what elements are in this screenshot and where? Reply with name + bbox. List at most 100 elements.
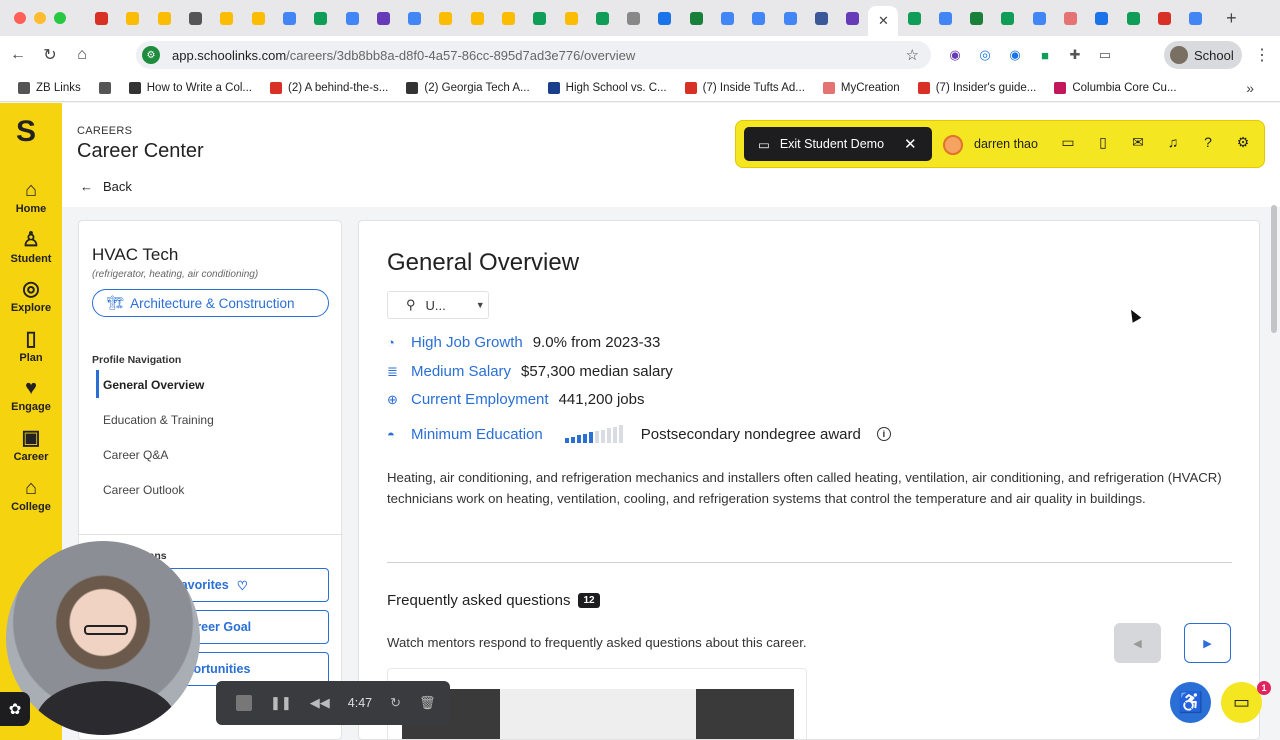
new-tab-button[interactable]: + — [1217, 8, 1245, 29]
sidebar-item-student[interactable]: ♙ Student — [0, 229, 62, 265]
browser-tab[interactable] — [1024, 4, 1055, 32]
zoom-window-dot[interactable] — [54, 12, 66, 24]
browser-tab[interactable] — [368, 4, 399, 32]
browser-tab[interactable] — [1118, 4, 1149, 32]
url-text[interactable]: app.schoolinks.com/careers/3db8bb8a-d8f0… — [172, 48, 635, 63]
site-info-icon[interactable]: ⚙ — [142, 46, 160, 64]
browser-tab[interactable] — [1180, 4, 1211, 32]
sidebar-item-explore[interactable]: ◎ Explore — [0, 278, 62, 314]
bell-icon[interactable]: ♫ — [1164, 133, 1182, 151]
browser-tab[interactable] — [149, 4, 180, 32]
accessibility-widget-icon[interactable]: ✿ — [0, 692, 30, 726]
active-tab[interactable]: ✕ — [868, 6, 899, 36]
browser-tab[interactable] — [242, 4, 273, 32]
browser-tab[interactable] — [430, 4, 461, 32]
mentor-video-card[interactable] — [387, 668, 807, 739]
location-select[interactable]: ⚲ U... ▼ — [387, 291, 489, 319]
bookmark-item[interactable]: ZB Links — [18, 81, 81, 94]
browser-tab[interactable] — [649, 4, 680, 32]
browser-tab[interactable] — [898, 4, 929, 32]
mail-icon[interactable]: ✉ — [1129, 133, 1147, 151]
stat-label[interactable]: Minimum Education — [411, 426, 543, 443]
chat-icon[interactable]: ▭ — [1221, 682, 1262, 723]
career-cluster-button[interactable]: 🏗 Architecture & Construction — [92, 289, 329, 317]
close-tab-icon[interactable]: ✕ — [878, 13, 889, 29]
back-link[interactable]: ← Back — [80, 179, 132, 194]
browser-tab[interactable] — [524, 4, 555, 32]
sidebar-item-home[interactable]: ⌂ Home — [0, 179, 62, 215]
browser-tab[interactable] — [775, 4, 806, 32]
browser-tab[interactable] — [712, 4, 743, 32]
browser-tab[interactable] — [305, 4, 336, 32]
browser-tab[interactable] — [211, 4, 242, 32]
bookmark-item[interactable]: Columbia Core Cu... — [1054, 81, 1177, 94]
browser-tab[interactable] — [555, 4, 586, 32]
browser-tab[interactable] — [399, 4, 430, 32]
exit-student-demo-button[interactable]: ▭ Exit Student Demo ✕ — [744, 127, 932, 161]
document-icon[interactable]: ▯ — [1094, 133, 1112, 151]
bookmarks-overflow-icon[interactable]: » — [1246, 80, 1254, 96]
profile-nav-career-qa[interactable]: Career Q&A — [103, 448, 168, 462]
wallet-icon[interactable]: ▭ — [1059, 133, 1077, 151]
page-scrollbar[interactable] — [1271, 205, 1277, 333]
stat-label[interactable]: Current Employment — [411, 391, 549, 408]
browser-tab[interactable] — [1055, 4, 1086, 32]
sidebar-item-plan[interactable]: ▯ Plan — [0, 328, 62, 364]
user-avatar[interactable] — [943, 135, 963, 155]
browser-tab[interactable] — [274, 4, 305, 32]
browser-tab[interactable] — [681, 4, 712, 32]
pause-icon[interactable]: ❚❚ — [270, 695, 292, 711]
browser-tab[interactable] — [992, 4, 1023, 32]
video-thumbnail[interactable] — [402, 689, 794, 739]
accessibility-icon[interactable]: ♿ — [1170, 682, 1211, 723]
extension-icon[interactable]: ■ — [1035, 45, 1055, 65]
bookmark-item[interactable] — [98, 81, 111, 94]
bookmark-item[interactable]: High School vs. C... — [547, 81, 667, 94]
rewind-icon[interactable]: ◀◀ — [310, 695, 330, 711]
bookmark-item[interactable]: (2) A behind-the-s... — [270, 81, 388, 94]
bookmark-item[interactable]: How to Write a Col... — [128, 81, 252, 94]
bookmark-item[interactable]: (7) Inside Tufts Ad... — [684, 81, 805, 94]
profile-nav-career-outlook[interactable]: Career Outlook — [103, 483, 184, 497]
puzzle-icon[interactable]: ✚ — [1065, 45, 1085, 65]
stat-label[interactable]: Medium Salary — [411, 363, 511, 380]
bookmark-item[interactable]: (7) Insider's guide... — [917, 81, 1036, 94]
browser-tab[interactable] — [618, 4, 649, 32]
restart-icon[interactable]: ↻ — [390, 695, 401, 711]
trash-icon[interactable]: 🗑 — [419, 695, 436, 711]
help-icon[interactable]: ? — [1199, 133, 1217, 151]
extension-icon[interactable]: ◉ — [945, 45, 965, 65]
home-icon[interactable]: ⌂ — [68, 41, 96, 69]
bookmark-item[interactable]: MyCreation — [822, 81, 900, 94]
browser-tab[interactable] — [336, 4, 367, 32]
sidebar-item-college[interactable]: ⌂ College — [0, 477, 62, 513]
profile-nav-education-training[interactable]: Education & Training — [103, 413, 214, 427]
browser-tab[interactable] — [743, 4, 774, 32]
sidebar-item-career[interactable]: ▣ Career — [0, 427, 62, 463]
bookmark-item[interactable]: (2) Georgia Tech A... — [406, 81, 530, 94]
previous-page-button[interactable]: ◀ — [1114, 623, 1161, 663]
user-name[interactable]: darren thao — [974, 137, 1038, 151]
gear-icon[interactable]: ⚙ — [1234, 133, 1252, 151]
browser-tab[interactable] — [180, 4, 211, 32]
reload-icon[interactable]: ↻ — [36, 41, 64, 69]
address-bar[interactable]: ⚙ app.schoolinks.com/careers/3db8bb8a-d8… — [136, 41, 931, 69]
next-page-button[interactable]: ▶ — [1184, 623, 1231, 663]
browser-tab[interactable] — [837, 4, 868, 32]
stat-label[interactable]: High Job Growth — [411, 334, 523, 351]
browser-tab[interactable] — [117, 4, 148, 32]
close-icon[interactable]: ✕ — [904, 135, 917, 153]
extension-icon[interactable]: ◎ — [975, 45, 995, 65]
profile-chip[interactable]: School — [1164, 41, 1242, 69]
browser-tab[interactable] — [1149, 4, 1180, 32]
browser-tab[interactable] — [806, 4, 837, 32]
browser-tab[interactable] — [86, 4, 117, 32]
bookmark-star-icon[interactable]: ☆ — [906, 46, 919, 64]
minimize-window-dot[interactable] — [34, 12, 46, 24]
info-icon[interactable]: i — [876, 427, 891, 441]
profile-nav-general-overview[interactable]: General Overview — [103, 378, 204, 392]
close-window-dot[interactable] — [14, 12, 26, 24]
browser-tab[interactable] — [961, 4, 992, 32]
sidebar-item-engage[interactable]: ♥ Engage — [0, 377, 62, 413]
browser-tab[interactable] — [587, 4, 618, 32]
